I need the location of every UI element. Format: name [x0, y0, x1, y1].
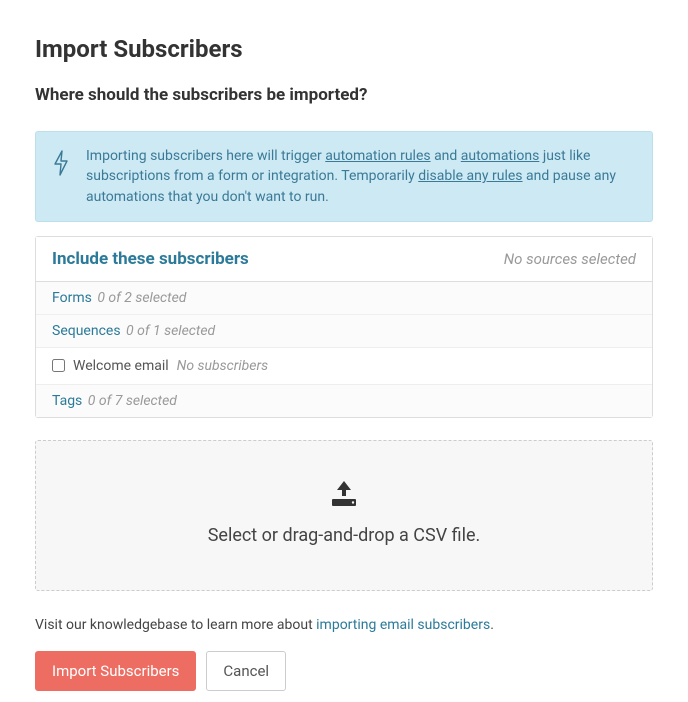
page-title: Import Subscribers — [35, 35, 653, 63]
include-panel: Include these subscribers No sources sel… — [35, 236, 653, 418]
sequence-item: Welcome email No subscribers — [36, 348, 652, 385]
panel-status: No sources selected — [504, 250, 636, 268]
kb-link[interactable]: importing email subscribers — [316, 617, 490, 633]
forms-label: Forms — [52, 290, 92, 306]
upload-icon — [329, 481, 359, 511]
forms-counter: 0 of 2 selected — [97, 290, 186, 306]
tags-counter: 0 of 7 selected — [88, 393, 177, 409]
tags-label: Tags — [52, 393, 82, 409]
dropzone-label: Select or drag-and-drop a CSV file. — [56, 525, 632, 546]
sequences-label: Sequences — [52, 323, 121, 339]
automations-link[interactable]: automations — [461, 148, 540, 164]
lightning-icon — [52, 150, 70, 180]
sequence-checkbox[interactable] — [52, 359, 65, 372]
sequences-counter: 0 of 1 selected — [126, 323, 215, 339]
cancel-button[interactable]: Cancel — [206, 651, 286, 691]
sequences-row[interactable]: Sequences 0 of 1 selected — [36, 315, 652, 348]
page-subtitle: Where should the subscribers be imported… — [35, 85, 653, 105]
disable-rules-link[interactable]: disable any rules — [418, 168, 522, 184]
button-row: Import Subscribers Cancel — [35, 651, 653, 691]
info-banner-text: Importing subscribers here will trigger … — [86, 146, 636, 207]
sequence-item-label: Welcome email — [73, 358, 169, 374]
csv-dropzone[interactable]: Select or drag-and-drop a CSV file. — [35, 440, 653, 591]
panel-title: Include these subscribers — [52, 249, 249, 269]
info-banner: Importing subscribers here will trigger … — [35, 131, 653, 222]
forms-row[interactable]: Forms 0 of 2 selected — [36, 282, 652, 315]
sequence-item-meta: No subscribers — [177, 358, 268, 374]
tags-row[interactable]: Tags 0 of 7 selected — [36, 385, 652, 417]
automation-rules-link[interactable]: automation rules — [325, 148, 430, 164]
footnote: Visit our knowledgebase to learn more ab… — [35, 617, 653, 633]
panel-header: Include these subscribers No sources sel… — [36, 237, 652, 282]
import-button[interactable]: Import Subscribers — [35, 651, 196, 691]
